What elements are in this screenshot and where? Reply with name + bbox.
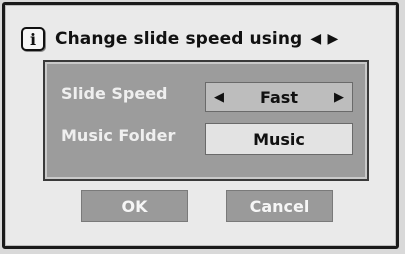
info-icon: i: [21, 27, 45, 51]
slide-speed-selector[interactable]: ◀ Fast ▶: [205, 82, 353, 112]
cancel-button[interactable]: Cancel: [226, 190, 333, 222]
music-folder-field[interactable]: Music: [205, 123, 353, 155]
dialog-title: Change slide speed using: [55, 29, 303, 49]
left-right-arrows-icon: ◀ ▶: [310, 31, 340, 47]
settings-panel: Slide Speed ◀ Fast ▶ Music Folder Music: [43, 60, 369, 181]
music-folder-label: Music Folder: [61, 126, 176, 145]
slide-speed-value: Fast: [260, 87, 298, 107]
left-arrow-icon[interactable]: ◀: [214, 90, 224, 105]
slide-speed-label: Slide Speed: [61, 84, 168, 103]
slideshow-settings-dialog: i Change slide speed using ◀ ▶ Slide Spe…: [2, 2, 399, 249]
right-arrow-icon[interactable]: ▶: [334, 90, 344, 105]
dialog-header: i Change slide speed using ◀ ▶: [21, 23, 339, 55]
ok-button[interactable]: OK: [81, 190, 188, 222]
